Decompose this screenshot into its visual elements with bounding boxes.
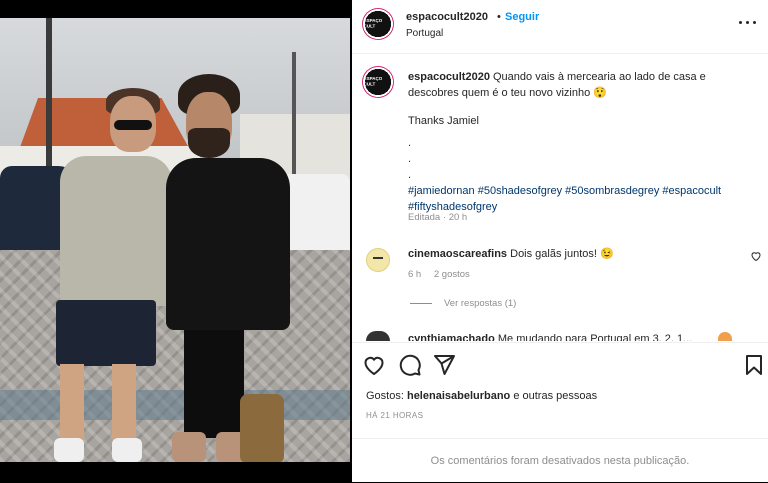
person-left-shorts	[56, 300, 156, 366]
caption-username[interactable]: espacocult2020	[408, 71, 490, 83]
comment-emoji: 😉	[600, 248, 614, 260]
caption-dot: .	[408, 137, 412, 149]
post-timestamp[interactable]: HÁ 21 HORAS	[366, 411, 423, 420]
commenter-avatar[interactable]	[366, 331, 390, 341]
edited-label: Editada	[408, 212, 441, 223]
edited-time: 20 h	[448, 212, 468, 223]
comment-username[interactable]: cinemaoscareafins	[408, 248, 507, 260]
post-photo[interactable]	[0, 18, 350, 462]
photo-pole	[46, 18, 52, 178]
avatar-logo-text: ESPAÇO CULT	[363, 76, 383, 88]
comment-body: Me mudando para Portugal em 3, 2, 1...	[497, 333, 693, 341]
comment-text: cinemaoscareafins Dois galãs juntos! 😉	[408, 247, 614, 260]
post-actions: Gostos: helenaisabelurbano e outras pess…	[352, 342, 768, 442]
person-left-shoe	[112, 438, 142, 462]
person-right-boot	[172, 432, 206, 462]
edited-separator: ·	[442, 212, 447, 223]
comment-body: Dois galãs juntos!	[510, 248, 597, 260]
heart-icon[interactable]	[362, 353, 386, 377]
likes-suffix[interactable]: e outras pessoas	[513, 390, 597, 402]
person-right-jacket	[166, 158, 290, 330]
view-replies-button[interactable]: Ver respostas (1)	[410, 298, 516, 309]
photo-curb	[0, 390, 350, 420]
likes-username[interactable]: helenaisabelurbano	[407, 390, 510, 402]
comment-emoji	[718, 332, 732, 341]
person-left-leg	[112, 364, 136, 440]
comment-heart-icon[interactable]	[750, 250, 762, 262]
comment-username[interactable]: cynthiamachado	[408, 333, 495, 341]
avatar-logo-text: ESPAÇO CULT	[363, 18, 383, 30]
comments-disabled-notice: Os comentários foram desativados nesta p…	[352, 438, 768, 482]
person-right-beard	[188, 128, 230, 158]
caption-text: espacocult2020 Quando vais à mercearia a…	[408, 69, 754, 215]
caption-avatar[interactable]: ESPAÇO CULT	[362, 66, 394, 98]
person-right-legs	[184, 318, 244, 438]
person-left-sunglasses	[114, 120, 152, 130]
photo-pole-right	[292, 52, 296, 182]
post-header: ESPAÇO CULT espacocult2020 • Seguir Port…	[352, 0, 768, 54]
comment-time: 6 h	[408, 269, 422, 280]
share-icon[interactable]	[432, 353, 456, 377]
caption-emoji: 😲	[593, 87, 607, 99]
view-replies-label: Ver respostas (1)	[444, 298, 517, 309]
person-right-bag	[240, 394, 284, 462]
person-left-sweater	[60, 156, 172, 306]
caption-edited-meta: Editada · 20 h	[408, 212, 467, 223]
follow-button[interactable]: Seguir	[505, 11, 539, 23]
comment-meta: 6 h 2 gostos	[408, 269, 480, 280]
author-username[interactable]: espacocult2020	[406, 11, 488, 23]
caption-dot: .	[408, 153, 412, 165]
more-options-icon[interactable]	[738, 14, 758, 30]
person-left-shoe	[54, 438, 84, 462]
post-location[interactable]: Portugal	[406, 28, 443, 39]
commenter-avatar[interactable]	[366, 248, 390, 272]
post-sidebar: ESPAÇO CULT espacocult2020 • Seguir Port…	[352, 0, 768, 482]
comment-text: cynthiamachado Me mudando para Portugal …	[408, 331, 738, 341]
likes-prefix: Gostos:	[366, 390, 404, 402]
likes-summary: Gostos: helenaisabelurbano e outras pess…	[366, 390, 597, 402]
comment-likes[interactable]: 2 gostos	[434, 269, 470, 280]
post-viewer: ESPAÇO CULT espacocult2020 • Seguir Port…	[0, 0, 768, 482]
comment-icon[interactable]	[398, 353, 422, 377]
caption-dot: .	[408, 169, 412, 181]
caption-hashtags[interactable]: #jamiedornan #50shadesofgrey #50sombrasd…	[408, 183, 754, 215]
caption-thanks: Thanks Jamiel	[408, 115, 479, 127]
bookmark-icon[interactable]	[742, 353, 766, 377]
author-avatar[interactable]: ESPAÇO CULT	[362, 8, 394, 40]
header-separator: •	[497, 11, 501, 23]
person-left-leg	[60, 364, 84, 440]
